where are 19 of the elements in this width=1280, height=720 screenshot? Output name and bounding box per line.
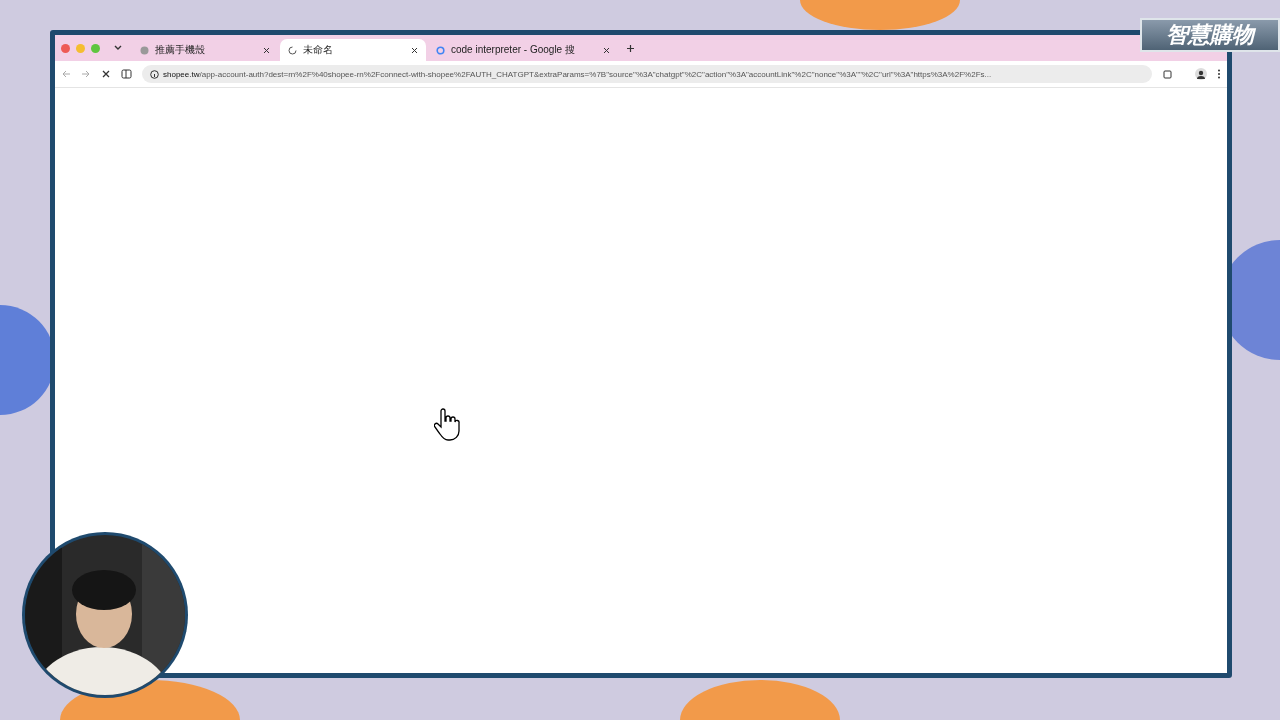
close-icon[interactable] bbox=[411, 46, 418, 54]
browser-tab[interactable]: code interpreter - Google 搜 bbox=[428, 39, 618, 61]
chevron-down-icon[interactable] bbox=[114, 45, 122, 51]
browser-tab[interactable]: 未命名 bbox=[280, 39, 426, 61]
more-menu-icon[interactable] bbox=[1217, 69, 1221, 79]
close-icon[interactable] bbox=[603, 46, 610, 54]
plus-icon[interactable] bbox=[626, 43, 635, 53]
hand-cursor-icon bbox=[434, 408, 460, 442]
close-icon[interactable] bbox=[263, 46, 270, 54]
info-icon bbox=[150, 69, 159, 79]
address-bar[interactable]: shopee.tw/app-account-auth?dest=rn%2F%40shopee-rn%2Fconnect-with-shopee%2FAUTH_CHATGPT&extraParams=%7B"source"%3A"chatgpt"%2C"action"%3A"accountLink"%2C"nonce"%3A""%2C"url"%3A"https%3A%2F%2Fs... bbox=[142, 65, 1152, 83]
show-title-badge: 智慧購物 bbox=[1140, 18, 1280, 52]
extension-icon[interactable] bbox=[1162, 68, 1173, 80]
profile-avatar-icon[interactable] bbox=[1195, 68, 1207, 80]
stop-icon[interactable] bbox=[101, 69, 111, 79]
url-text: shopee.tw/app-account-auth?dest=rn%2F%40shopee-rn%2Fconnect-with-shopee%2FAUTH_CHATGPT&extraParams=%7B"source"%3A"chatgpt"%2C"action"%3A"accountLink"%2C"nonce"%3A""%2C"url"%3A"https%3A%2F%2Fs... bbox=[163, 69, 992, 79]
side-panel-icon[interactable] bbox=[121, 69, 132, 79]
loading-spinner-icon bbox=[288, 45, 297, 55]
browser-tab[interactable]: 推薦手機殼 bbox=[132, 39, 278, 61]
